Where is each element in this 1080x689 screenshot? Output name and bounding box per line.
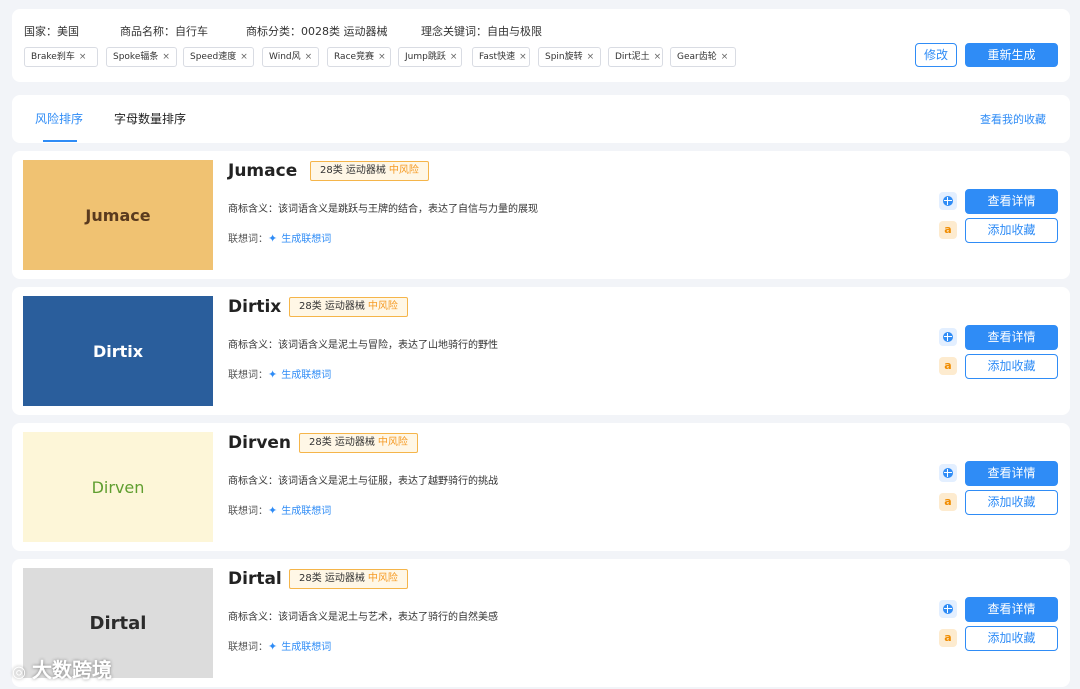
amazon-icon[interactable]: a xyxy=(939,629,957,647)
association-row: 联想词：✦ 生成联想词 xyxy=(228,504,332,517)
association-row: 联想词：✦ 生成联想词 xyxy=(228,232,332,245)
trademark-name: Dirven xyxy=(228,433,292,453)
risk-level: 中风险 xyxy=(367,301,398,312)
view-details-button[interactable]: 查看详情 xyxy=(965,461,1058,486)
trademark-meaning: 商标含义：该词语含义是泥土与冒险，表达了山地骑行的野性 xyxy=(228,340,498,351)
keyword-tag[interactable]: Gear齿轮 × xyxy=(670,47,736,67)
close-icon[interactable]: × xyxy=(79,52,87,62)
generate-association-link[interactable]: 生成联想词 xyxy=(281,370,331,381)
product-label: 商品名称：自行车 xyxy=(120,25,208,38)
sparkle-icon: ✦ xyxy=(268,232,278,245)
close-icon[interactable]: × xyxy=(240,52,248,62)
association-row: 联想词：✦ 生成联想词 xyxy=(228,368,332,381)
trademark-logo: Jumace xyxy=(23,160,213,270)
trademark-meaning: 商标含义：该词语含义是跳跃与王牌的结合，表达了自信与力量的展现 xyxy=(228,204,538,215)
trademark-logo: Dirtix xyxy=(23,296,213,406)
close-icon[interactable]: × xyxy=(587,52,595,62)
keyword-tag[interactable]: Spoke辐条 × xyxy=(106,47,177,67)
add-favorite-button[interactable]: 添加收藏 xyxy=(965,354,1058,379)
tab-letter-count-sort[interactable]: 字母数量排序 xyxy=(114,110,186,127)
keyword-tag[interactable]: Jump跳跃 × xyxy=(398,47,462,67)
watermark: ◎ 大数跨境 xyxy=(12,658,112,682)
trademark-card: Jumace Jumace 28类 运动器械 中风险 商标含义：该词语含义是跳跃与… xyxy=(12,151,1070,279)
add-favorite-button[interactable]: 添加收藏 xyxy=(965,626,1058,651)
generate-association-link[interactable]: 生成联想词 xyxy=(281,642,331,653)
amazon-icon[interactable]: a xyxy=(939,221,957,239)
globe-icon[interactable] xyxy=(939,328,957,346)
trademark-name: Dirtix xyxy=(228,297,282,317)
view-details-button[interactable]: 查看详情 xyxy=(965,325,1058,350)
keyword-tag[interactable]: Spin旋转 × xyxy=(538,47,601,67)
add-favorite-button[interactable]: 添加收藏 xyxy=(965,490,1058,515)
close-icon[interactable]: × xyxy=(654,52,662,62)
trademark-meaning: 商标含义：该词语含义是泥土与艺术，表达了骑行的自然美感 xyxy=(228,612,498,623)
close-icon[interactable]: × xyxy=(162,52,170,62)
close-icon[interactable]: × xyxy=(519,52,527,62)
trademark-logo: Dirven xyxy=(23,432,213,542)
keyword-tag[interactable]: Race竞赛 × xyxy=(327,47,391,67)
category-label: 商标分类：0028类 运动器械 xyxy=(246,25,388,38)
amazon-icon[interactable]: a xyxy=(939,493,957,511)
tab-risk-sort[interactable]: 风险排序 xyxy=(35,110,83,127)
sparkle-icon: ✦ xyxy=(268,504,278,517)
trademark-card: Dirven Dirven 28类 运动器械 中风险 商标含义：该词语含义是泥土与… xyxy=(12,423,1070,551)
keyword-label: 理念关键词：自由与极限 xyxy=(421,25,542,38)
globe-icon[interactable] xyxy=(939,192,957,210)
add-favorite-button[interactable]: 添加收藏 xyxy=(965,218,1058,243)
generate-association-link[interactable]: 生成联想词 xyxy=(281,506,331,517)
keyword-tag[interactable]: Speed速度 × xyxy=(183,47,254,67)
category-badge: 28类 运动器械 中风险 xyxy=(289,297,408,317)
close-icon[interactable]: × xyxy=(721,52,729,62)
sparkle-icon: ✦ xyxy=(268,640,278,653)
view-details-button[interactable]: 查看详情 xyxy=(965,189,1058,214)
risk-level: 中风险 xyxy=(367,573,398,584)
amazon-icon[interactable]: a xyxy=(939,357,957,375)
globe-icon[interactable] xyxy=(939,464,957,482)
watermark-logo-icon: ◎ xyxy=(12,662,26,681)
category-badge: 28类 运动器械 中风险 xyxy=(299,433,418,453)
association-row: 联想词：✦ 生成联想词 xyxy=(228,640,332,653)
view-details-button[interactable]: 查看详情 xyxy=(965,597,1058,622)
trademark-meaning: 商标含义：该词语含义是泥土与征服，表达了越野骑行的挑战 xyxy=(228,476,498,487)
risk-level: 中风险 xyxy=(388,165,419,176)
close-icon[interactable]: × xyxy=(450,52,458,62)
category-badge: 28类 运动器械 中风险 xyxy=(310,161,429,181)
view-favorites-link[interactable]: 查看我的收藏 xyxy=(980,111,1046,127)
risk-level: 中风险 xyxy=(377,437,408,448)
globe-icon[interactable] xyxy=(939,600,957,618)
trademark-card: Dirtix Dirtix 28类 运动器械 中风险 商标含义：该词语含义是泥土与… xyxy=(12,287,1070,415)
trademark-card: Dirtal Dirtal 28类 运动器械 中风险 商标含义：该词语含义是泥土与… xyxy=(12,559,1070,687)
category-badge: 28类 运动器械 中风险 xyxy=(289,569,408,589)
active-tab-indicator xyxy=(43,140,77,142)
regenerate-button[interactable]: 重新生成 xyxy=(965,43,1058,67)
sparkle-icon: ✦ xyxy=(268,368,278,381)
edit-button[interactable]: 修改 xyxy=(915,43,957,67)
trademark-name: Jumace xyxy=(228,161,298,181)
keyword-tag[interactable]: Dirt泥土 × xyxy=(608,47,663,67)
keyword-tag[interactable]: Fast快速 × xyxy=(472,47,530,67)
filter-panel: 国家：美国 商品名称：自行车 商标分类：0028类 运动器械 理念关键词：自由与… xyxy=(12,9,1070,82)
close-icon[interactable]: × xyxy=(378,52,386,62)
country-label: 国家：美国 xyxy=(24,25,79,38)
keyword-tag[interactable]: Wind风 × xyxy=(262,47,319,67)
keyword-tag[interactable]: Brake刹车 × xyxy=(24,47,98,67)
close-icon[interactable]: × xyxy=(305,52,313,62)
trademark-name: Dirtal xyxy=(228,569,282,589)
sort-tabs: 风险排序 字母数量排序 查看我的收藏 xyxy=(12,95,1070,143)
generate-association-link[interactable]: 生成联想词 xyxy=(281,234,331,245)
